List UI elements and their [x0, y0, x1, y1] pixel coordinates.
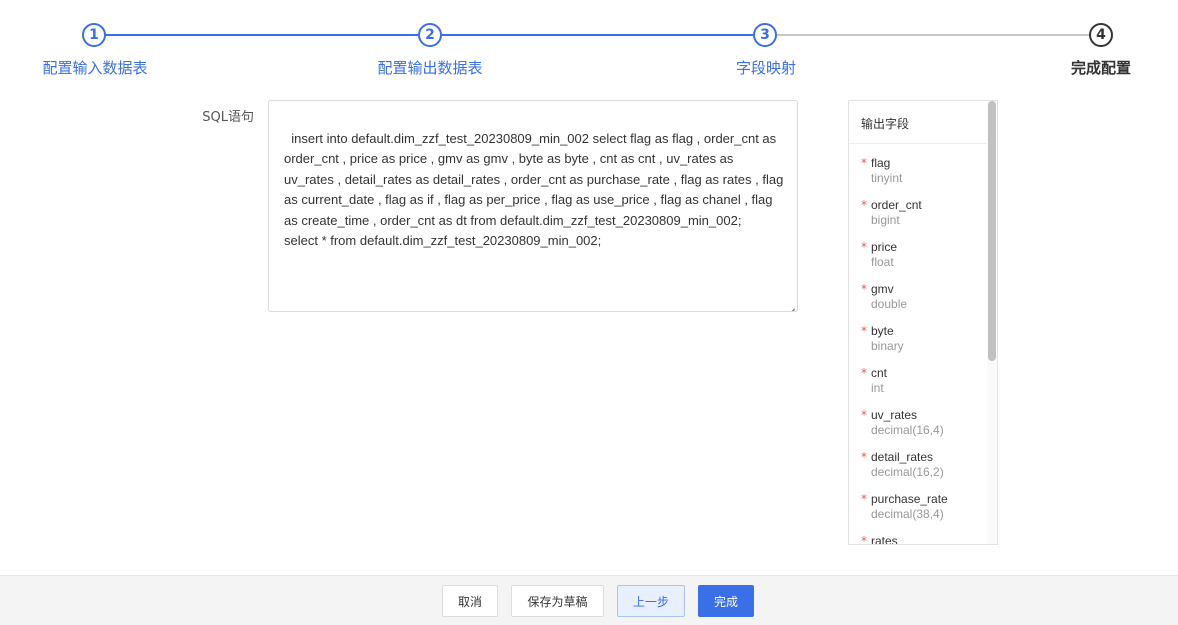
field-item: * byte binary — [861, 324, 997, 366]
step-3-label: 字段映射 — [735, 59, 797, 77]
field-name: gmv — [871, 282, 894, 296]
save-draft-button[interactable]: 保存为草稿 — [511, 585, 604, 617]
output-fields-panel: 输出字段 * flag tinyint * order_cnt bigint *… — [848, 100, 998, 545]
field-name: detail_rates — [871, 450, 934, 464]
sql-label: SQL语句 — [202, 110, 254, 125]
step-connector-3 — [777, 34, 1089, 36]
step-connector-1 — [105, 34, 418, 36]
sql-textarea[interactable]: insert into default.dim_zzf_test_2023080… — [268, 100, 798, 312]
field-item: * uv_rates decimal(16,4) — [861, 408, 997, 450]
footer-actions: 取消 保存为草稿 上一步 完成 — [0, 575, 1178, 625]
field-item: * price float — [861, 240, 997, 282]
field-item: * flag tinyint — [861, 156, 997, 198]
required-mark: * — [861, 156, 867, 170]
scrollbar-thumb[interactable] — [988, 101, 996, 361]
field-name: price — [871, 240, 898, 254]
required-mark: * — [861, 408, 867, 422]
field-item: * gmv double — [861, 282, 997, 324]
field-name: byte — [871, 324, 894, 338]
steps-progress: 1 2 3 4 配置输入数据表 配置输出数据表 字段映射 完成配置 — [0, 0, 1178, 90]
required-mark: * — [861, 198, 867, 212]
step-1-circle: 1 — [82, 23, 106, 47]
field-item: * cnt int — [861, 366, 997, 408]
field-name: rates — [871, 534, 898, 545]
required-mark: * — [861, 282, 867, 296]
field-item: * purchase_rate decimal(38,4) — [861, 492, 997, 534]
sql-text: insert into default.dim_zzf_test_2023080… — [284, 130, 784, 249]
required-mark: * — [861, 450, 867, 464]
scrollbar-track[interactable] — [987, 101, 997, 544]
step-1-label: 配置输入数据表 — [42, 59, 148, 77]
resize-handle-icon[interactable] — [787, 301, 795, 309]
output-fields-list: * flag tinyint * order_cnt bigint * pric… — [849, 144, 997, 545]
required-mark: * — [861, 240, 867, 254]
field-name: flag — [871, 156, 891, 170]
required-mark: * — [861, 534, 867, 545]
required-mark: * — [861, 492, 867, 506]
field-type: decimal(38,4) — [871, 507, 944, 521]
finish-button[interactable]: 完成 — [698, 585, 754, 617]
field-type: decimal(16,2) — [871, 465, 944, 479]
step-2-circle: 2 — [418, 23, 442, 47]
step-2-label: 配置输出数据表 — [377, 59, 483, 77]
field-type: int — [871, 381, 884, 395]
field-type: double — [871, 297, 908, 311]
step-4-label: 完成配置 — [1070, 59, 1132, 77]
field-item: * rates — [861, 534, 997, 545]
field-type: tinyint — [871, 171, 903, 185]
field-item: * detail_rates decimal(16,2) — [861, 450, 997, 492]
step-3-circle: 3 — [753, 23, 777, 47]
field-type: float — [871, 255, 894, 269]
field-type: bigint — [871, 213, 900, 227]
cancel-button[interactable]: 取消 — [442, 585, 498, 617]
field-type: binary — [871, 339, 904, 353]
field-name: order_cnt — [871, 198, 922, 212]
field-type: decimal(16,4) — [871, 423, 944, 437]
field-item: * order_cnt bigint — [861, 198, 997, 240]
field-name: uv_rates — [871, 408, 918, 422]
field-name: cnt — [871, 366, 888, 380]
previous-step-button[interactable]: 上一步 — [617, 585, 685, 617]
step-connector-2 — [442, 34, 753, 36]
required-mark: * — [861, 366, 867, 380]
required-mark: * — [861, 324, 867, 338]
step-4-circle: 4 — [1089, 23, 1113, 47]
field-name: purchase_rate — [871, 492, 948, 506]
output-fields-title: 输出字段 — [849, 101, 997, 144]
